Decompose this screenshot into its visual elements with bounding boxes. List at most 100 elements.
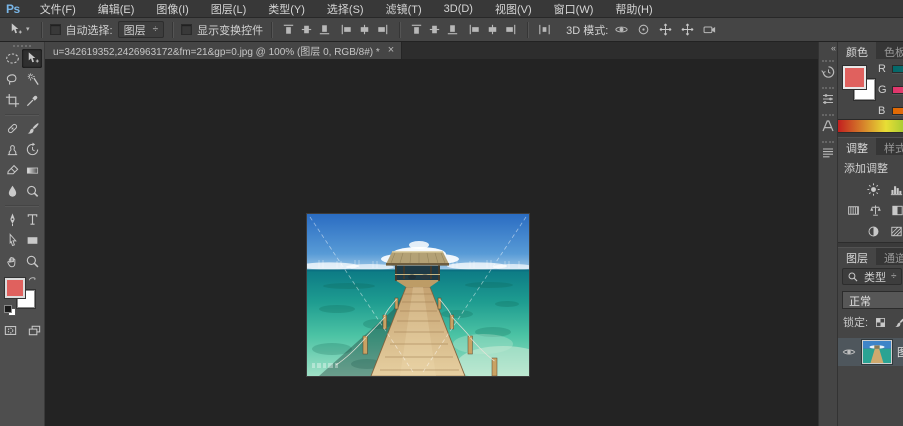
distribute-top-button[interactable] [408, 21, 425, 38]
gradient-tool[interactable] [22, 161, 42, 180]
3d-camera-button[interactable] [701, 21, 718, 38]
menu-filter[interactable]: 滤镜(T) [375, 0, 433, 18]
align-bottom-button[interactable] [316, 21, 333, 38]
3d-camera-icon [702, 22, 717, 37]
photo-filter-button[interactable] [865, 223, 882, 240]
swap-colors-button[interactable] [27, 275, 39, 287]
eraser-tool[interactable] [2, 161, 22, 180]
menu-window[interactable]: 窗口(W) [543, 0, 605, 18]
lasso-tool[interactable] [2, 70, 22, 89]
tab-color[interactable]: 颜色 [838, 42, 876, 59]
distribute-horizontal-center-button[interactable] [484, 21, 501, 38]
red-slider[interactable] [892, 65, 903, 73]
eyedropper-tool[interactable] [22, 91, 42, 110]
color-spectrum-ramp[interactable] [838, 119, 903, 132]
auto-distribute-button[interactable] [536, 21, 553, 38]
auto-select-target-dropdown[interactable]: 图层 ÷ [118, 21, 165, 38]
layer-name[interactable]: 图层 0 [897, 344, 903, 360]
channel-mixer-button[interactable] [888, 223, 903, 240]
3d-roll-button[interactable] [635, 21, 652, 38]
type-tool-icon [25, 212, 40, 227]
tools-panel [0, 42, 45, 426]
menu-help[interactable]: 帮助(H) [604, 0, 663, 18]
tab-styles[interactable]: 样式 [876, 138, 903, 155]
default-colors-button[interactable] [4, 305, 15, 315]
vibrance-icon [846, 203, 861, 218]
menu-type[interactable]: 类型(Y) [257, 0, 316, 18]
close-tab-icon[interactable]: × [388, 45, 394, 56]
align-left-button[interactable] [338, 21, 355, 38]
menu-edit[interactable]: 编辑(E) [87, 0, 146, 18]
properties-panel-button[interactable] [820, 87, 836, 107]
blue-slider[interactable] [892, 107, 903, 115]
clone-stamp-tool[interactable] [2, 140, 22, 159]
show-transform-checkbox[interactable] [181, 24, 192, 35]
layer-row[interactable]: 图层 0 [838, 338, 903, 366]
tool-options-bar: ▾ 自动选择: 图层 ÷ 显示变换控件 [0, 18, 903, 42]
tab-channels[interactable]: 通道 [876, 248, 903, 265]
distribute-bottom-button[interactable] [444, 21, 461, 38]
dodge-tool[interactable] [22, 182, 42, 201]
menu-view[interactable]: 视图(V) [484, 0, 543, 18]
lock-paint-button[interactable] [893, 316, 903, 329]
path-select-tool[interactable] [2, 231, 22, 250]
menu-3d[interactable]: 3D(D) [433, 2, 484, 16]
hand-tool-icon [5, 254, 20, 269]
quick-mask-button[interactable] [3, 323, 18, 338]
black-white-button[interactable] [889, 202, 903, 219]
history-brush-tool[interactable] [22, 140, 42, 159]
align-top-button[interactable] [280, 21, 297, 38]
tab-layers[interactable]: 图层 [838, 248, 876, 265]
menu-image[interactable]: 图像(I) [145, 0, 199, 18]
tab-adjustments[interactable]: 调整 [838, 138, 876, 155]
blur-tool[interactable] [2, 182, 22, 201]
crop-tool[interactable] [2, 91, 22, 110]
canvas-area[interactable] [45, 59, 818, 426]
screen-mode-button[interactable] [27, 323, 42, 338]
foreground-color-swatch[interactable] [843, 66, 866, 89]
history-panel-button[interactable] [820, 60, 836, 80]
levels-button[interactable] [888, 181, 903, 198]
align-vertical-center-button[interactable] [298, 21, 315, 38]
menu-file[interactable]: 文件(F) [29, 0, 87, 18]
type-tool[interactable] [22, 210, 42, 229]
menu-select[interactable]: 选择(S) [316, 0, 375, 18]
align-horizontal-center-button[interactable] [356, 21, 373, 38]
lock-label: 锁定: [843, 314, 868, 330]
color-balance-button[interactable] [868, 202, 884, 219]
green-slider[interactable] [892, 86, 903, 94]
tool-preset-picker[interactable]: ▾ [5, 21, 33, 38]
3d-pan-button[interactable] [657, 21, 674, 38]
lock-transparency-button[interactable] [874, 316, 887, 329]
layer-visibility-toggle[interactable] [841, 344, 857, 360]
3d-orbit-button[interactable] [613, 21, 630, 38]
vibrance-button[interactable] [846, 202, 862, 219]
canvas-image-pier-photo[interactable] [307, 214, 529, 376]
magic-wand-tool[interactable] [22, 70, 42, 89]
layer-thumbnail[interactable] [862, 340, 892, 364]
move-tool[interactable] [22, 49, 42, 68]
zoom-tool[interactable] [22, 252, 42, 271]
distribute-vertical-center-button[interactable] [426, 21, 443, 38]
character-panel-button[interactable] [820, 114, 836, 134]
blend-mode-dropdown[interactable]: 正常 [842, 291, 903, 309]
brush-tool[interactable] [22, 119, 42, 138]
document-tab[interactable]: u=342619352,2426963172&fm=21&gp=0.jpg @ … [45, 42, 402, 59]
auto-select-checkbox[interactable] [50, 24, 61, 35]
distribute-left-button[interactable] [466, 21, 483, 38]
elliptical-marquee-tool[interactable] [2, 49, 22, 68]
paragraph-panel-button[interactable] [820, 141, 836, 161]
hand-tool[interactable] [2, 252, 22, 271]
align-right-button[interactable] [374, 21, 391, 38]
tab-swatches[interactable]: 色板 [876, 42, 903, 59]
3d-slide-button[interactable] [679, 21, 696, 38]
menu-layer[interactable]: 图层(L) [200, 0, 257, 18]
tools-panel-grip[interactable] [0, 42, 44, 49]
shape-tool[interactable] [22, 231, 42, 250]
healing-brush-tool[interactable] [2, 119, 22, 138]
foreground-color-swatch[interactable] [5, 278, 25, 298]
brightness-contrast-button[interactable] [865, 181, 882, 198]
pen-tool[interactable] [2, 210, 22, 229]
distribute-right-button[interactable] [502, 21, 519, 38]
layer-filter-dropdown[interactable]: 类型 ÷ [842, 268, 902, 285]
